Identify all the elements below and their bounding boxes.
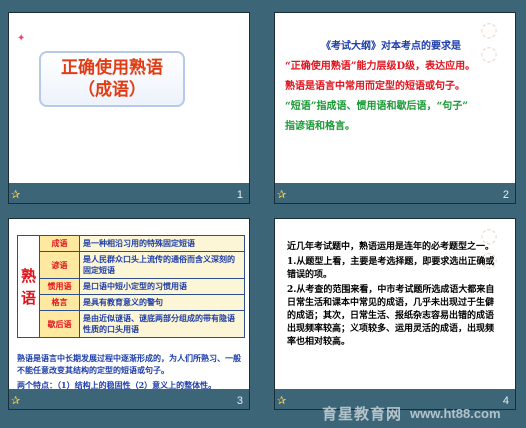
table-cell-name: 成语	[39, 235, 81, 252]
table-row: 熟语 成语 是一种相沿习用的特殊固定短语	[16, 235, 245, 338]
pin-icon[interactable]: ✰	[277, 189, 286, 200]
slide-number: 2	[502, 189, 509, 201]
slide-footer: ✰ 3	[9, 389, 249, 409]
table-cell-name: 谚语	[39, 251, 81, 279]
slide-1-thumbnail[interactable]: ✦ 正确使用熟语 （成语） ✰ 1	[8, 12, 250, 204]
site-name: 育星教育网	[322, 404, 403, 423]
idiom-types-table: 熟语 成语 是一种相沿习用的特殊固定短语 谚语 是人民群众口头上流传的通俗而含义…	[16, 235, 245, 338]
paragraph: 2.从考查的范围来看，中市考试题所选成语大都来自日常生活和课本中常见的成语，几乎…	[287, 285, 495, 347]
slide-4-thumbnail[interactable]: ◌ ◌ 近几年考试题中，熟语运用是连年的必考题型之一。 1.从题型上看，主要是考选…	[274, 218, 516, 410]
slide-title-line2: （成语）	[78, 80, 146, 100]
site-url: www.ht88.com	[410, 405, 501, 421]
text-line: “短语”指成语、惯用语和歇后语，“句子”	[285, 101, 469, 112]
slide-3-note: 熟语是语言中长期发展过程中逐渐形成的，为人们所熟习、一般不能任意改变其结构的定型…	[17, 353, 241, 375]
slide-footer: ✰ 2	[275, 183, 515, 203]
table-category-label: 熟语	[16, 235, 41, 338]
slide-4-body: 近几年考试题中，熟语运用是连年的必考题型之一。 1.从题型上看，主要是考选择题，…	[287, 241, 501, 351]
table-row: 歇后语 是由近似谜语、谜底两部分组成的带有隐语性质的口头用语	[18, 310, 245, 338]
table-cell-def: 是口语中短小定型的习惯用语	[79, 278, 245, 295]
table-cell-def: 是具有教育意义的警句	[79, 294, 245, 311]
table-cell-def: 是由近似谜语、谜底两部分组成的带有隐语性质的口头用语	[79, 310, 245, 338]
title-box: 正确使用熟语 （成语）	[39, 51, 185, 107]
table-row: 谚语 是人民群众口头上流传的通俗而含义深刻的固定短语	[18, 251, 245, 279]
paragraph: 1.从题型上看，主要是考选择题，即要求选出正确或错误的项。	[287, 257, 495, 280]
table-cell-def: 是人民群众口头上流传的通俗而含义深刻的固定短语	[79, 251, 245, 279]
pin-icon[interactable]: ✰	[277, 395, 286, 406]
slide-number: 1	[236, 189, 243, 201]
table-row: 格言 是具有教育意义的警句	[18, 294, 245, 311]
table-cell-name: 歇后语	[39, 310, 81, 338]
slide-2-body: 《考试大纲》对本考点的要求是 “正确使用熟语”能力层级D级，表达应用。 熟语是语…	[285, 37, 497, 137]
pin-icon[interactable]: ✰	[11, 189, 20, 200]
slide-title-line1: 正确使用熟语	[61, 58, 163, 78]
text-line: 《考试大纲》对本考点的要求是	[321, 41, 461, 52]
text-line: 指谚语和格言。	[285, 121, 355, 132]
pin-icon[interactable]: ✰	[11, 395, 20, 406]
table-cell-def: 是一种相沿习用的特殊固定短语	[79, 235, 245, 252]
text-line: “正确使用熟语”能力层级D级，表达应用。	[285, 61, 476, 72]
site-banner: 育星教育网 www.ht88.com	[322, 402, 522, 424]
slide-footer: ✰ 1	[9, 183, 249, 203]
slide-number: 3	[236, 395, 243, 407]
table-row: 惯用语 是口语中短小定型的习惯用语	[18, 278, 245, 295]
table-cell-name: 惯用语	[39, 278, 81, 295]
text-line: 熟语是语言中常用而定型的短语或句子。	[285, 81, 465, 92]
slide-2-thumbnail[interactable]: ◌ ◌ 《考试大纲》对本考点的要求是 “正确使用熟语”能力层级D级，表达应用。 熟…	[274, 12, 516, 204]
paragraph: 近几年考试题中，熟语运用是连年的必考题型之一。	[287, 242, 495, 252]
star-icon: ✦	[17, 33, 26, 44]
slide-3-thumbnail[interactable]: 熟语 成语 是一种相沿习用的特殊固定短语 谚语 是人民群众口头上流传的通俗而含义…	[8, 218, 250, 410]
table-cell-name: 格言	[39, 294, 81, 311]
